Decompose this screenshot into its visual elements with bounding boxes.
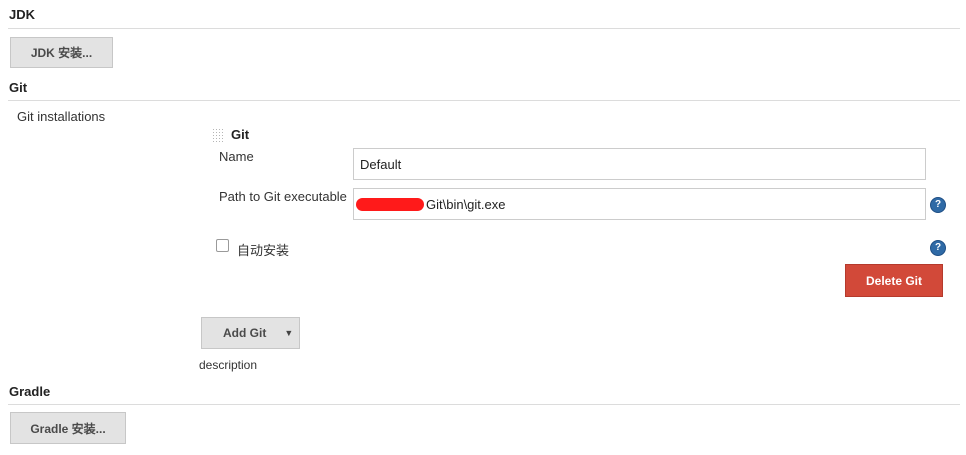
name-input[interactable]: Default xyxy=(353,148,926,180)
git-item-title: Git xyxy=(231,127,250,142)
gradle-install-button[interactable]: Gradle 安装... xyxy=(10,412,126,444)
git-description: description xyxy=(199,358,258,372)
path-input[interactable]: Git\bin\git.exe xyxy=(353,188,926,220)
gradle-divider xyxy=(8,404,960,405)
gradle-section-title: Gradle xyxy=(9,384,51,399)
jdk-divider xyxy=(8,28,960,29)
path-help-icon[interactable]: ? xyxy=(930,197,946,213)
jdk-section-title: JDK xyxy=(9,7,36,22)
delete-git-button[interactable]: Delete Git xyxy=(845,264,943,297)
jdk-install-button[interactable]: JDK 安装... xyxy=(10,37,113,68)
path-label: Path to Git executable xyxy=(219,189,347,204)
auto-install-checkbox[interactable] xyxy=(216,239,229,252)
drag-handle-icon[interactable] xyxy=(212,128,224,143)
git-section-title: Git xyxy=(9,80,28,95)
chevron-down-icon: ▼ xyxy=(284,328,294,338)
auto-install-help-icon[interactable]: ? xyxy=(930,240,946,256)
path-value: Git\bin\git.exe xyxy=(426,196,506,212)
add-git-label: Add Git xyxy=(223,326,267,340)
auto-install-label: 自动安装 xyxy=(237,243,290,258)
name-label: Name xyxy=(219,149,254,164)
redaction-mark xyxy=(356,197,424,211)
git-divider xyxy=(8,100,960,101)
add-git-button[interactable]: Add Git ▼ xyxy=(201,317,300,349)
git-installations-label: Git installations xyxy=(17,109,106,124)
